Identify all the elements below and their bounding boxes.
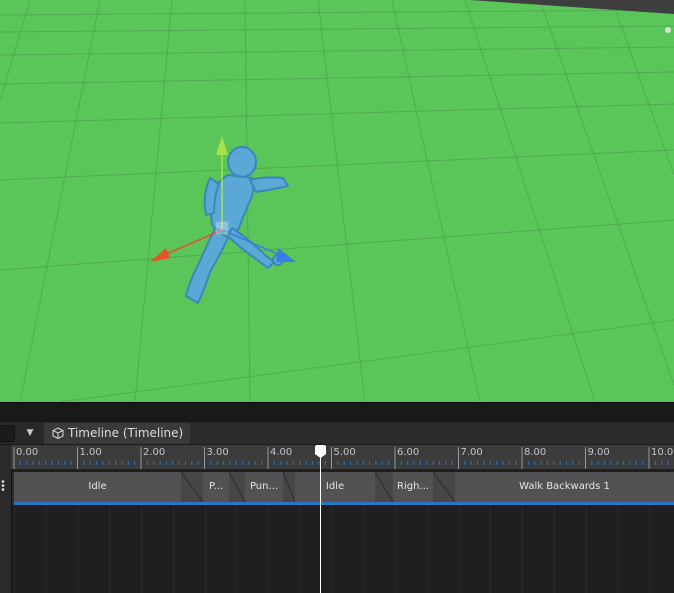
track-gridline — [554, 505, 555, 593]
track-gridline — [236, 505, 237, 593]
time-ruler[interactable]: 0.00 1.00 2.00 3.00 4.00 5.00 6.00 7.00 8.00 9.00… — [0, 445, 674, 469]
vertical-dots-icon[interactable]: • • • — [0, 478, 6, 496]
clip-punch-1[interactable]: P... — [203, 472, 229, 505]
timeline-breadcrumb-bar: ▼ Timeline (Timeline) — [0, 422, 674, 445]
blend-region — [432, 471, 456, 505]
panel-divider — [0, 402, 674, 423]
track-gridline — [141, 505, 142, 593]
track-header[interactable]: • • • — [0, 469, 12, 593]
track-gridline — [205, 505, 206, 593]
blend-region — [228, 471, 246, 505]
blend-region — [180, 471, 204, 505]
track-gridline — [522, 505, 523, 593]
scene-marker — [665, 27, 671, 33]
breadcrumb-label: Timeline (Timeline) — [68, 426, 184, 440]
track-gridline — [649, 505, 650, 593]
ruler-tick-label: 2.00 — [143, 447, 166, 458]
track-gridline — [109, 505, 110, 593]
track-gridline — [617, 505, 618, 593]
track-gridline — [14, 505, 15, 593]
animation-track[interactable]: Idle P... Pun... Idle Righ... Walk Backw… — [12, 471, 674, 505]
track-gridline — [427, 505, 428, 593]
ruler-tick-label: 10.00 — [651, 447, 674, 458]
clip-idle[interactable]: Idle — [14, 472, 181, 505]
ruler-tick-label: 9.00 — [587, 447, 610, 458]
track-gridline — [46, 505, 47, 593]
timeline-selector[interactable] — [0, 425, 15, 442]
ruler-tick-label: 1.00 — [79, 447, 102, 458]
track-gridline — [586, 505, 587, 593]
blend-region — [282, 471, 296, 505]
track-gridline — [173, 505, 174, 593]
scene-viewport[interactable] — [0, 0, 674, 402]
timeline-track-area[interactable]: • • • Idle P... Pun... Idle Righ... Walk B… — [0, 469, 674, 593]
ruler-tick-label: 6.00 — [397, 447, 420, 458]
track-gridline — [459, 505, 460, 593]
track-gridline — [78, 505, 79, 593]
ground-plane — [0, 0, 674, 402]
track-gridline — [332, 505, 333, 593]
clip-right[interactable]: Righ... — [393, 472, 433, 505]
clip-walk-backwards[interactable]: Walk Backwards 1 — [455, 472, 674, 505]
track-gridline — [490, 505, 491, 593]
track-gridline — [300, 505, 301, 593]
playhead-line — [320, 455, 321, 593]
clip-punch-2[interactable]: Pun... — [245, 472, 283, 505]
breadcrumb-filler — [190, 423, 674, 444]
ruler-tick-label: 3.00 — [206, 447, 229, 458]
ruler-tick-label: 0.00 — [16, 447, 39, 458]
ruler-tick-label: 4.00 — [270, 447, 293, 458]
track-gridline — [395, 505, 396, 593]
clip-idle-2[interactable]: Idle — [295, 472, 375, 505]
breadcrumb-timeline[interactable]: Timeline (Timeline) — [44, 423, 197, 444]
track-gridline — [268, 505, 269, 593]
cube-icon — [52, 427, 64, 439]
caret-down-icon[interactable]: ▼ — [20, 425, 40, 441]
ruler-tick-label: 5.00 — [333, 447, 356, 458]
ruler-tick-label: 8.00 — [524, 447, 547, 458]
ruler-tick-label: 7.00 — [460, 447, 483, 458]
blend-region — [374, 471, 394, 505]
track-gridline — [363, 505, 364, 593]
